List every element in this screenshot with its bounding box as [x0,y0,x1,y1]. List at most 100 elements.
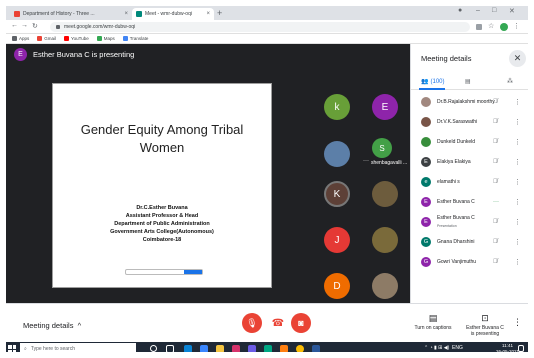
mic-muted-icon: 🎙̸ [493,259,498,265]
screen: Department of History - Three ... × Meet… [6,6,528,352]
more-options-icon[interactable]: ⋮ [514,118,521,126]
participant-photo-tile[interactable] [372,273,398,299]
url-input[interactable]: meet.google.com/wmr-dubw-oqi [50,22,470,32]
close-panel-button[interactable]: ✕ [509,50,526,67]
participant-tile[interactable]: D [324,273,350,299]
youtube-icon [64,36,70,41]
close-tab-icon[interactable]: × [206,11,210,17]
edge-icon[interactable] [184,345,192,352]
chat-icon: ▤ [465,79,471,85]
windows-start-icon[interactable] [8,345,16,352]
participant-name: elamathi s [437,179,460,185]
store-icon[interactable] [200,345,208,352]
minimize-icon[interactable]: – [476,7,480,14]
participant-photo-tile[interactable] [324,141,350,167]
menu-icon[interactable]: ⋮ [513,22,521,30]
bookmark-maps[interactable]: Maps [96,36,115,41]
more-options-icon[interactable]: ⋮ [514,238,521,246]
browser-tab-meet[interactable]: Meet - wmr-dubw-oqi × [132,8,214,20]
bookmark-apps[interactable]: Apps [12,36,29,41]
participant-name: Dr.V.K.Saraswathi [437,119,478,125]
close-tab-icon[interactable]: × [124,11,128,17]
system-tray[interactable]: ⌃ ◔ ▮ ⊞ ◀) ENG [424,345,463,351]
panel-tabs: 👥 (100) ▤ ⁂ [411,76,528,90]
participant-tile[interactable]: K [324,181,350,207]
participant-photo-tile[interactable] [372,227,398,253]
list-item[interactable]: Dr.V.K.Saraswathi 🎙̸ ⋮ [411,112,528,132]
new-tab-button[interactable]: + [217,8,222,18]
task-view-icon[interactable] [166,345,174,352]
back-icon[interactable]: ← [11,22,18,29]
gmail-icon [37,36,43,41]
participant-tile[interactable]: k [324,94,350,120]
bookmark-gmail[interactable]: Gmail [37,36,56,41]
list-item[interactable]: G Gowri Vanjimuthu 🎙̸ ⋮ [411,252,528,272]
list-item[interactable]: Dunkeld Dunkeld 🎙̸ ⋮ [411,132,528,152]
cortana-icon[interactable] [150,345,157,352]
app-icon[interactable] [264,345,272,352]
mic-muted-icon: 🎙̸ [493,119,498,125]
app-icon[interactable] [248,345,256,352]
tab-activities[interactable]: ⁂ [507,78,513,85]
slide-title: Gender Equity Among Tribal Women [80,122,244,155]
more-options-icon[interactable]: ⋮ [514,198,521,206]
active-tab-indicator [419,88,445,90]
mic-muted-icon: 🎙̸ [493,139,498,145]
more-options-icon[interactable]: ⋮ [514,178,521,186]
gmail-favicon-icon [14,11,20,17]
avatar: E [421,197,431,207]
participant-tile[interactable]: J [324,227,350,253]
participant-name: Dunkeld Dunkeld [437,139,476,145]
participant-name: Gnana Dharshini [437,239,475,245]
more-options-icon[interactable]: ⋮ [514,98,521,106]
taskbar-search-input[interactable]: ⌕ Type here to search [20,343,136,352]
present-button[interactable]: ⊡ Esther Buvana C is presenting [462,313,508,337]
mic-toggle-button[interactable]: 🎙 [242,313,262,333]
app-icon[interactable] [280,345,288,352]
more-options-icon[interactable]: ⋮ [514,258,521,266]
leave-call-button[interactable]: ☎ [268,313,288,333]
participant-tile[interactable]: E [372,94,398,120]
list-item[interactable]: E Elakiya Elakiya 🎙̸ ⋮ [411,152,528,172]
tab-people[interactable]: 👥 (100) [421,78,445,86]
participant-name: Elakiya Elakiya [437,159,471,165]
participant-photo-tile[interactable] [372,181,398,207]
taskbar-clock[interactable]: 11:41 26-05-2021 [496,343,519,352]
file-explorer-icon[interactable] [216,345,224,352]
windows-taskbar: ⌕ Type here to search ⌃ ◔ ▮ ⊞ ◀) ENG 11:… [6,342,528,352]
speaking-indicator-icon: ··· [493,199,499,205]
forward-icon[interactable]: → [21,22,28,29]
app-icon[interactable] [232,345,240,352]
maximize-icon[interactable]: □ [492,7,496,14]
profile-avatar[interactable] [500,23,508,31]
meeting-details-button[interactable]: Meeting details ^ [23,321,81,330]
list-item[interactable]: e elamathi s 🎙̸ ⋮ [411,172,528,192]
list-item[interactable]: E Esther Buvana C ··· ⋮ [411,192,528,212]
chrome-icon[interactable] [296,345,304,352]
more-options-icon[interactable]: ⋮ [514,158,521,166]
captions-button[interactable]: ▤ Turn on captions [410,313,456,331]
tile-more-icon[interactable]: ··· [363,158,369,164]
account-icon[interactable]: ● [458,7,462,14]
close-window-icon[interactable]: ✕ [509,7,515,15]
more-options-icon[interactable]: ⋮ [513,317,522,328]
more-options-icon[interactable]: ⋮ [514,218,521,226]
camera-toggle-button[interactable]: ◙ [291,313,311,333]
avatar: G [421,257,431,267]
list-item[interactable]: Dr.B.Rajalakshmi moorthy 🎙̸ ⋮ [411,92,528,112]
list-item[interactable]: E Esther Buvana C Presentation 🎙̸ ⋮ [411,212,528,232]
star-icon[interactable]: ☆ [488,22,496,30]
reload-icon[interactable]: ↻ [32,22,38,30]
participant-tile[interactable]: S [372,138,392,158]
list-item[interactable]: G Gnana Dharshini 🎙̸ ⋮ [411,232,528,252]
notifications-icon[interactable] [518,345,524,352]
tab-chat[interactable]: ▤ [465,78,471,85]
browser-tab-history[interactable]: Department of History - Three ... × [10,8,132,20]
app-icon[interactable] [312,345,320,352]
presenter-avatar: E [14,48,27,61]
bookmark-youtube[interactable]: YouTube [64,36,89,41]
more-options-icon[interactable]: ⋮ [514,138,521,146]
bookmark-translate[interactable]: Translate [122,36,148,41]
camera-permission-icon[interactable] [476,24,482,30]
mic-muted-icon: 🎙̸ [493,99,498,105]
